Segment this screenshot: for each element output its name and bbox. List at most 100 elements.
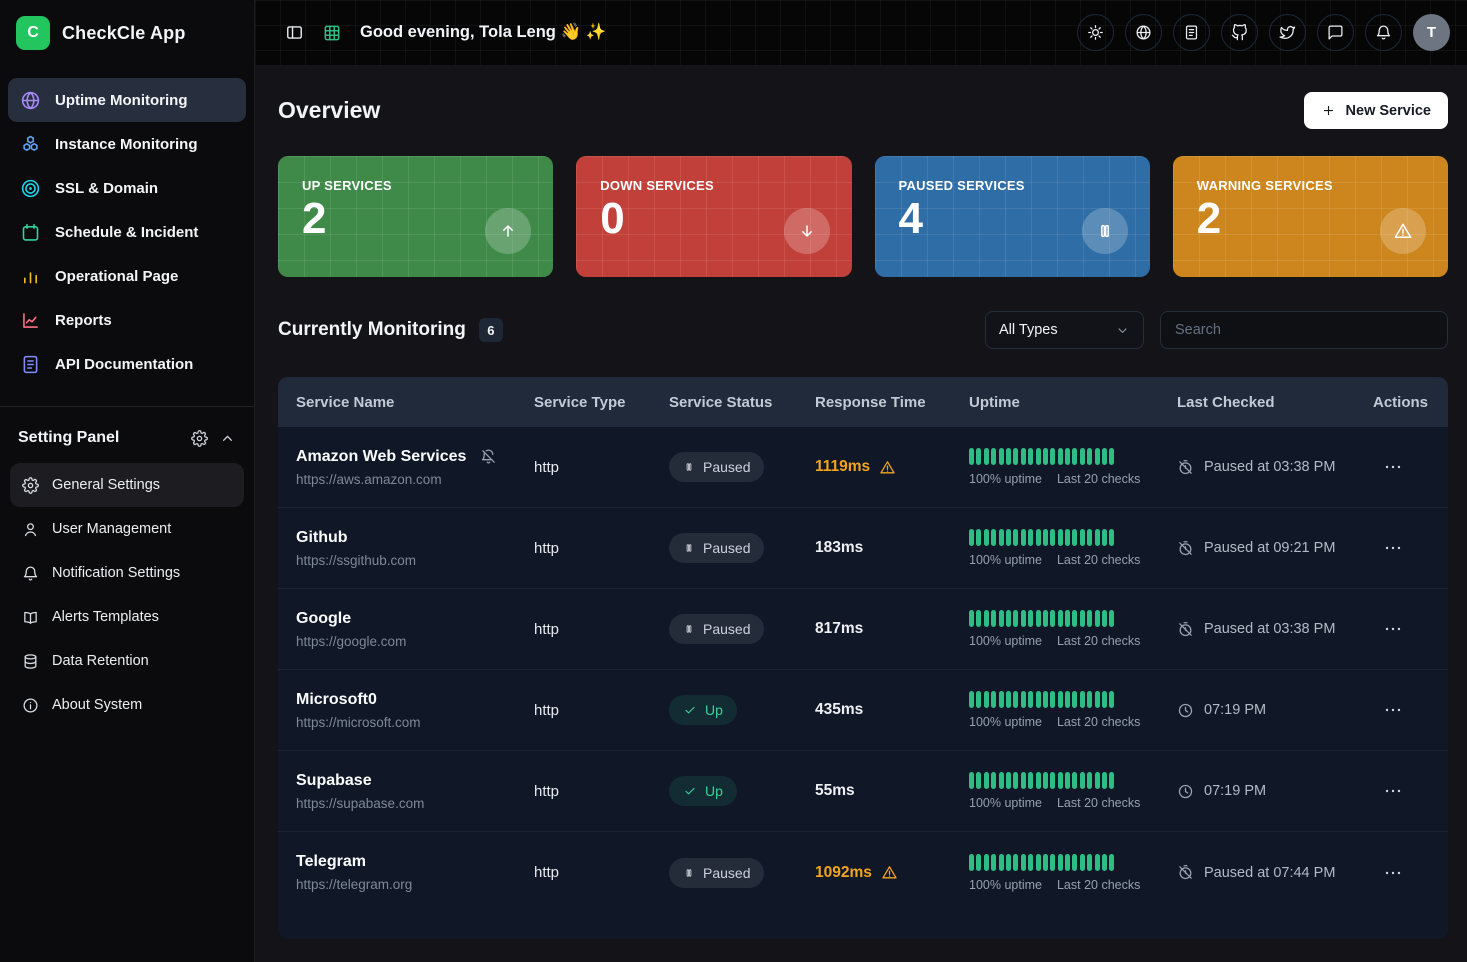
bar-chart-icon [20, 266, 41, 287]
settings-panel-controls[interactable] [191, 430, 236, 447]
docs-button[interactable] [1173, 14, 1210, 51]
timer-off-icon [1177, 864, 1194, 881]
actions-cell [1373, 617, 1448, 641]
column-header-service-type: Service Type [534, 394, 669, 411]
line-chart-icon [20, 310, 41, 331]
sidebar-item-ssl-domain[interactable]: SSL & Domain [8, 166, 246, 210]
service-type: http [534, 864, 669, 881]
sidebar-item-api-documentation[interactable]: API Documentation [8, 342, 246, 386]
sidebar-item-reports[interactable]: Reports [8, 298, 246, 342]
settings-item-data-retention[interactable]: Data Retention [10, 639, 244, 683]
row-actions-button[interactable] [1381, 698, 1405, 722]
service-url: https://supabase.com [296, 796, 534, 811]
github-icon [1231, 24, 1248, 41]
more-horizontal-icon [1382, 699, 1404, 721]
arrow-up-icon [498, 221, 518, 241]
feedback-button[interactable] [1317, 14, 1354, 51]
row-actions-button[interactable] [1381, 779, 1405, 803]
stat-card-down-services[interactable]: DOWN SERVICES0 [576, 156, 851, 277]
row-actions-button[interactable] [1381, 617, 1405, 641]
service-row-github: Githubhttps://ssgithub.comhttpPaused183m… [278, 508, 1448, 589]
pause-icon [683, 542, 695, 554]
stat-card-paused-services[interactable]: PAUSED SERVICES4 [875, 156, 1150, 277]
settings-panel-header[interactable]: Setting Panel [0, 407, 254, 459]
settings-item-about-system[interactable]: About System [10, 683, 244, 727]
github-button[interactable] [1221, 14, 1258, 51]
response-time: 435ms [815, 701, 863, 719]
row-actions-button[interactable] [1381, 861, 1405, 885]
stat-card-label: PAUSED SERVICES [899, 178, 1128, 193]
status-label: Up [705, 702, 723, 718]
grid-icon[interactable] [322, 23, 342, 43]
language-button[interactable] [1125, 14, 1162, 51]
sidebar-item-label: Reports [55, 312, 112, 329]
service-status-cell: Paused [669, 452, 815, 482]
settings-item-notification-settings[interactable]: Notification Settings [10, 551, 244, 595]
message-square-icon [1327, 24, 1344, 41]
settings-panel-title: Setting Panel [18, 429, 119, 447]
bell-icon [22, 565, 39, 582]
new-service-button[interactable]: New Service [1304, 92, 1448, 129]
settings-item-alerts-templates[interactable]: Alerts Templates [10, 595, 244, 639]
user-avatar[interactable]: T [1413, 14, 1450, 51]
response-time-cell: 1119ms [815, 458, 969, 476]
bell-icon [1375, 24, 1392, 41]
last-checked-text: Paused at 07:44 PM [1204, 865, 1335, 881]
stat-card-up-services[interactable]: UP SERVICES2 [278, 156, 553, 277]
settings-item-general-settings[interactable]: General Settings [10, 463, 244, 507]
warning-icon [1393, 221, 1413, 241]
uptime-checks: Last 20 checks [1057, 715, 1140, 729]
status-label: Up [705, 783, 723, 799]
settings-item-label: User Management [52, 521, 171, 537]
service-status-cell: Up [669, 695, 815, 725]
settings-item-label: Notification Settings [52, 565, 180, 581]
status-badge: Paused [669, 452, 764, 482]
timer-off-icon [1177, 540, 1194, 557]
sidebar-nav: Uptime MonitoringInstance Monitoring SSL … [0, 66, 254, 386]
service-url: https://telegram.org [296, 877, 534, 892]
search-input[interactable] [1160, 311, 1448, 349]
column-header-uptime: Uptime [969, 394, 1177, 411]
settings-item-label: Alerts Templates [52, 609, 159, 625]
uptime-bars [969, 529, 1177, 546]
stat-card-warning-services[interactable]: WARNING SERVICES2 [1173, 156, 1448, 277]
theme-toggle-button[interactable] [1077, 14, 1114, 51]
response-time: 1119ms [815, 458, 870, 476]
monitoring-controls: All Types [985, 311, 1448, 349]
sidebar-item-operational-page[interactable]: Operational Page [8, 254, 246, 298]
type-filter-select[interactable]: All Types [985, 311, 1144, 349]
notifications-button[interactable] [1365, 14, 1402, 51]
panel-toggle-icon[interactable] [285, 23, 304, 42]
service-name: Supabase [296, 772, 372, 790]
sidebar-item-schedule-incident[interactable]: Schedule & Incident [8, 210, 246, 254]
twitter-button[interactable] [1269, 14, 1306, 51]
radar-icon [20, 178, 41, 199]
service-name: Google [296, 610, 351, 628]
bell-off-icon [480, 448, 497, 465]
uptime-bars [969, 691, 1177, 708]
boxes-icon [20, 134, 41, 155]
row-actions-button[interactable] [1381, 455, 1405, 479]
sidebar-item-uptime-monitoring[interactable]: Uptime Monitoring [8, 78, 246, 122]
uptime-percent: 100% uptime [969, 634, 1042, 648]
service-type: http [534, 702, 669, 719]
overview-header-row: Overview New Service [278, 92, 1448, 129]
settings-item-user-management[interactable]: User Management [10, 507, 244, 551]
uptime-percent: 100% uptime [969, 878, 1042, 892]
column-header-service-name: Service Name [296, 394, 534, 411]
status-badge: Up [669, 695, 737, 725]
actions-cell [1373, 536, 1448, 560]
uptime-percent: 100% uptime [969, 796, 1042, 810]
service-type: http [534, 540, 669, 557]
service-status-cell: Up [669, 776, 815, 806]
sidebar-item-label: SSL & Domain [55, 180, 158, 197]
service-row-telegram: Telegramhttps://telegram.orghttpPaused10… [278, 832, 1448, 913]
warning-icon [881, 864, 898, 881]
sidebar-item-instance-monitoring[interactable]: Instance Monitoring [8, 122, 246, 166]
service-name-cell: Googlehttps://google.com [296, 610, 534, 649]
last-checked-text: 07:19 PM [1204, 783, 1266, 799]
greeting-text: Good evening, Tola Leng 👋 ✨ [360, 23, 606, 42]
file-text-icon [1183, 24, 1200, 41]
row-actions-button[interactable] [1381, 536, 1405, 560]
last-checked-cell: Paused at 07:44 PM [1177, 864, 1373, 881]
